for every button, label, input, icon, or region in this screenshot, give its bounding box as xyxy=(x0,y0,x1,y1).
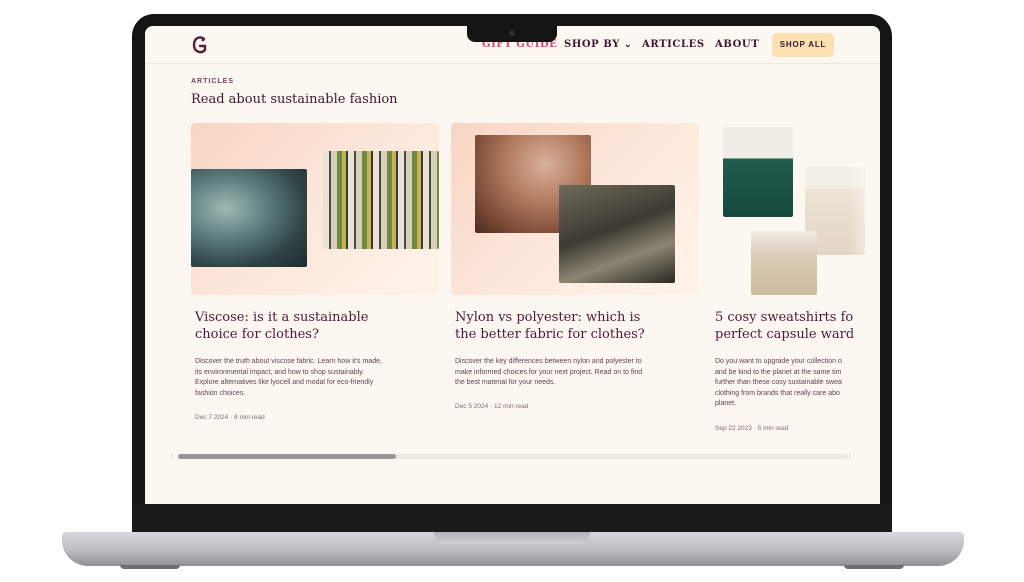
chevron-down-icon: ⌄ xyxy=(624,40,633,50)
carousel-fade xyxy=(850,116,880,466)
section-eyebrow: ARTICLES xyxy=(191,78,234,85)
camera-icon xyxy=(509,30,515,36)
green-sweatshirt-photo xyxy=(723,127,793,217)
beige-tracksuit-photo xyxy=(751,231,817,295)
carousel-scroll-thumb[interactable] xyxy=(178,454,396,459)
nav-shop-by[interactable]: SHOP BY ⌄ xyxy=(564,39,632,50)
laptop-opening-groove xyxy=(434,532,590,544)
camera-notch xyxy=(467,26,557,42)
scroll-left-icon[interactable]: ‹ xyxy=(171,451,174,460)
article-meta: Dec 7 2024 · 8 min read xyxy=(195,414,265,421)
article-meta: Sep 22 2023 · 5 min read xyxy=(715,425,788,432)
article-title[interactable]: Nylon vs polyester: which is the better … xyxy=(455,309,695,343)
article-image xyxy=(191,123,439,295)
article-meta: Dec 5 2024 · 12 min read xyxy=(455,403,528,410)
article-card[interactable]: Viscose: is it a sustainable choice for … xyxy=(191,123,439,423)
article-read-time: 8 min read xyxy=(234,414,265,421)
article-date: Dec 7 2024 xyxy=(195,414,229,421)
article-title[interactable]: Viscose: is it a sustainable choice for … xyxy=(195,309,435,343)
shop-all-button[interactable]: SHOP ALL xyxy=(772,33,834,57)
viscose-fabric-photo xyxy=(191,169,307,267)
scroll-right-icon[interactable]: › xyxy=(849,451,852,460)
article-image xyxy=(451,123,699,295)
laptop-bezel xyxy=(132,504,892,532)
article-card[interactable]: Nylon vs polyester: which is the better … xyxy=(451,123,699,423)
laptop-foot xyxy=(844,565,904,569)
article-excerpt: Discover the key differences between nyl… xyxy=(455,358,643,387)
screen: GIFT GUIDE SHOP BY ⌄ ARTICLES ABOUT SHOP … xyxy=(145,26,880,504)
nav-about[interactable]: ABOUT xyxy=(715,39,759,50)
article-read-time: 5 min read xyxy=(757,425,789,432)
sewing-machine-photo xyxy=(559,185,675,283)
article-date: Dec 5 2024 xyxy=(455,403,489,410)
article-read-time: 12 min read xyxy=(494,403,529,410)
section-title: Read about sustainable fashion xyxy=(191,92,398,107)
nav-articles[interactable]: ARTICLES xyxy=(642,39,705,50)
article-excerpt: Discover the truth about viscose fabric.… xyxy=(195,358,382,397)
laptop-foot xyxy=(120,565,180,569)
article-date: Sep 22 2023 xyxy=(715,425,752,432)
nav-shop-by-label: SHOP BY xyxy=(564,39,620,50)
logo-icon[interactable] xyxy=(189,34,211,56)
birch-forest-photo xyxy=(323,151,439,249)
